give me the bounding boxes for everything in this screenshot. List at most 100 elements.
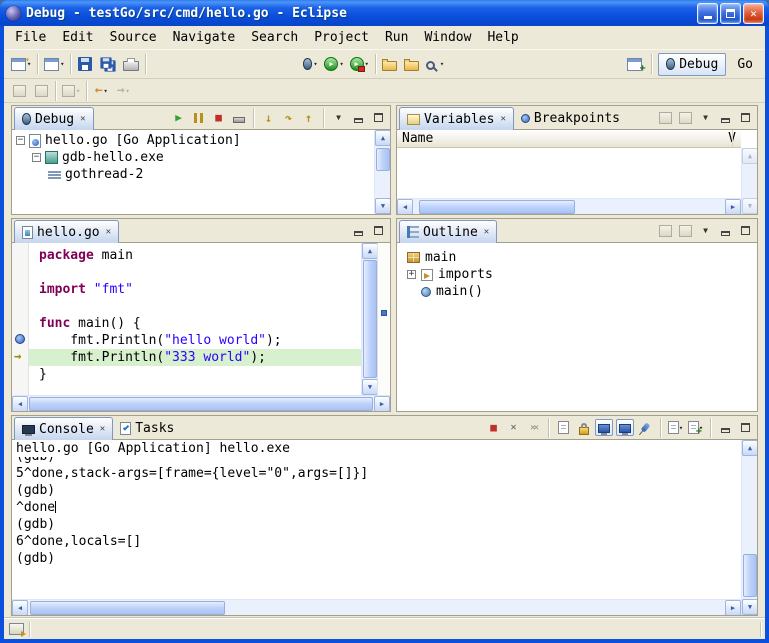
- code-line[interactable]: package main: [29, 247, 361, 264]
- scroll-track[interactable]: [742, 164, 757, 198]
- console-output[interactable]: (gdb) 5^done,stack-args=[frame={level="0…: [12, 457, 741, 599]
- terminate-button[interactable]: ■: [210, 109, 227, 126]
- terminate-console-button[interactable]: ■: [485, 419, 502, 436]
- resume-button[interactable]: ▶: [170, 109, 187, 126]
- collapse-all-button[interactable]: [677, 109, 694, 126]
- variables-view-menu-button[interactable]: ▼: [697, 109, 714, 126]
- filter-button[interactable]: [677, 222, 694, 239]
- scroll-left-button[interactable]: ◀: [12, 396, 28, 411]
- search-button[interactable]: ▾: [423, 52, 447, 76]
- console-line[interactable]: 6^done,locals=[]: [16, 533, 741, 550]
- menu-run[interactable]: Run: [377, 28, 416, 47]
- debug-launch-button[interactable]: ▾: [299, 52, 321, 76]
- menu-window[interactable]: Window: [416, 28, 479, 47]
- breakpoint-marker-icon[interactable]: [15, 334, 25, 344]
- debug-view-minimize-button[interactable]: [350, 109, 367, 126]
- scroll-down-button[interactable]: ▼: [375, 198, 390, 214]
- console-maximize-button[interactable]: [737, 419, 754, 436]
- tab-console[interactable]: Console ✕: [14, 417, 113, 440]
- code-line[interactable]: [29, 264, 361, 281]
- console-vertical-scrollbar[interactable]: ▲ ▼: [741, 440, 757, 615]
- variables-empty-area[interactable]: [397, 148, 757, 198]
- menu-edit[interactable]: Edit: [54, 28, 101, 47]
- scroll-right-button[interactable]: ▶: [725, 199, 741, 214]
- save-button[interactable]: [74, 52, 96, 76]
- outline-item-main-func[interactable]: main(): [407, 283, 757, 300]
- last-edit-location-button[interactable]: [8, 79, 30, 103]
- scroll-up-button[interactable]: ▲: [362, 243, 378, 259]
- expander-icon[interactable]: −: [32, 153, 41, 162]
- overview-marker[interactable]: [381, 310, 387, 316]
- forward-button[interactable]: → ▾: [112, 79, 134, 103]
- new-file-button[interactable]: ▾: [41, 52, 67, 76]
- code-line[interactable]: [29, 298, 361, 315]
- scroll-down-button[interactable]: ▼: [742, 198, 757, 214]
- open-console-button[interactable]: + ▾: [687, 419, 704, 436]
- console-horizontal-scrollbar[interactable]: ◀ ▶: [12, 599, 741, 615]
- scroll-up-button[interactable]: ▲: [375, 130, 390, 146]
- save-all-button[interactable]: [96, 52, 120, 76]
- close-icon[interactable]: ✕: [106, 227, 111, 237]
- outline-item-imports[interactable]: + imports: [407, 266, 757, 283]
- next-annotation-button[interactable]: ▾: [59, 79, 83, 103]
- console-line[interactable]: (gdb): [16, 516, 741, 533]
- scroll-up-button[interactable]: ▲: [742, 148, 757, 164]
- column-divider[interactable]: [732, 130, 733, 147]
- code-area[interactable]: package main import "fmt" func main() { …: [29, 243, 361, 395]
- editor-marker-ruler[interactable]: →: [12, 243, 29, 395]
- show-stderr-toggle[interactable]: [616, 419, 634, 436]
- new-wizard-button[interactable]: ✦ ▾: [8, 52, 34, 76]
- scroll-thumb[interactable]: [363, 260, 377, 378]
- scroll-right-button[interactable]: ▶: [374, 396, 390, 411]
- debug-view-menu-button[interactable]: ▼: [330, 109, 347, 126]
- menu-project[interactable]: Project: [306, 28, 377, 47]
- remove-all-launches-button[interactable]: ✕✕: [525, 419, 542, 436]
- variables-view-minimize-button[interactable]: [717, 109, 734, 126]
- scroll-right-button[interactable]: ▶: [725, 600, 741, 615]
- scroll-left-button[interactable]: ◀: [397, 199, 413, 214]
- code-line[interactable]: func main() {: [29, 315, 361, 332]
- scroll-track[interactable]: [413, 199, 725, 214]
- scroll-track[interactable]: [28, 600, 725, 615]
- pin-console-button[interactable]: [637, 419, 654, 436]
- tab-debug[interactable]: Debug ✕: [14, 107, 94, 130]
- run-launch-button[interactable]: ▶ ▾: [321, 52, 346, 76]
- perspective-go-button[interactable]: Go: [729, 53, 761, 76]
- code-line[interactable]: fmt.Println("hello world");: [29, 332, 361, 349]
- step-over-button[interactable]: ↷: [280, 109, 297, 126]
- instruction-pointer-icon[interactable]: →: [14, 350, 21, 362]
- pin-editor-button[interactable]: [30, 79, 52, 103]
- debug-vertical-scrollbar[interactable]: ▲ ▼: [374, 130, 390, 214]
- tab-variables[interactable]: Variables ✕: [399, 107, 514, 130]
- console-line[interactable]: (gdb): [16, 457, 741, 465]
- scroll-down-button[interactable]: ▼: [362, 379, 378, 395]
- print-button[interactable]: [120, 52, 142, 76]
- maximize-button[interactable]: [720, 3, 741, 24]
- scroll-track[interactable]: [375, 146, 390, 198]
- code-line[interactable]: }: [29, 366, 361, 383]
- tab-outline[interactable]: Outline ✕: [399, 220, 497, 243]
- open-project-button[interactable]: [401, 52, 423, 76]
- menu-search[interactable]: Search: [243, 28, 306, 47]
- expander-icon[interactable]: −: [16, 136, 25, 145]
- debug-tree-row-thread[interactable]: gothread-2: [16, 166, 374, 183]
- minimize-button[interactable]: [697, 3, 718, 24]
- tab-editor-hello-go[interactable]: hello.go ✕: [14, 220, 119, 243]
- editor-minimize-button[interactable]: [350, 222, 367, 239]
- remove-launch-button[interactable]: ✕: [505, 419, 522, 436]
- scroll-track[interactable]: [28, 396, 374, 411]
- variables-column-header[interactable]: Name V: [397, 130, 741, 148]
- close-icon[interactable]: ✕: [100, 424, 105, 434]
- console-line[interactable]: ^done: [16, 499, 741, 516]
- sort-button[interactable]: [657, 222, 674, 239]
- console-line[interactable]: 5^done,stack-args=[frame={level="0",args…: [16, 465, 741, 482]
- debug-view-maximize-button[interactable]: [370, 109, 387, 126]
- outline-view-maximize-button[interactable]: [737, 222, 754, 239]
- step-into-button[interactable]: ↓: [260, 109, 277, 126]
- outline-item-main-package[interactable]: main: [407, 249, 757, 266]
- suspend-button[interactable]: [190, 109, 207, 126]
- outline-view-minimize-button[interactable]: [717, 222, 734, 239]
- scroll-track[interactable]: [742, 456, 757, 599]
- scroll-thumb[interactable]: [376, 148, 390, 171]
- scroll-track[interactable]: [362, 259, 377, 379]
